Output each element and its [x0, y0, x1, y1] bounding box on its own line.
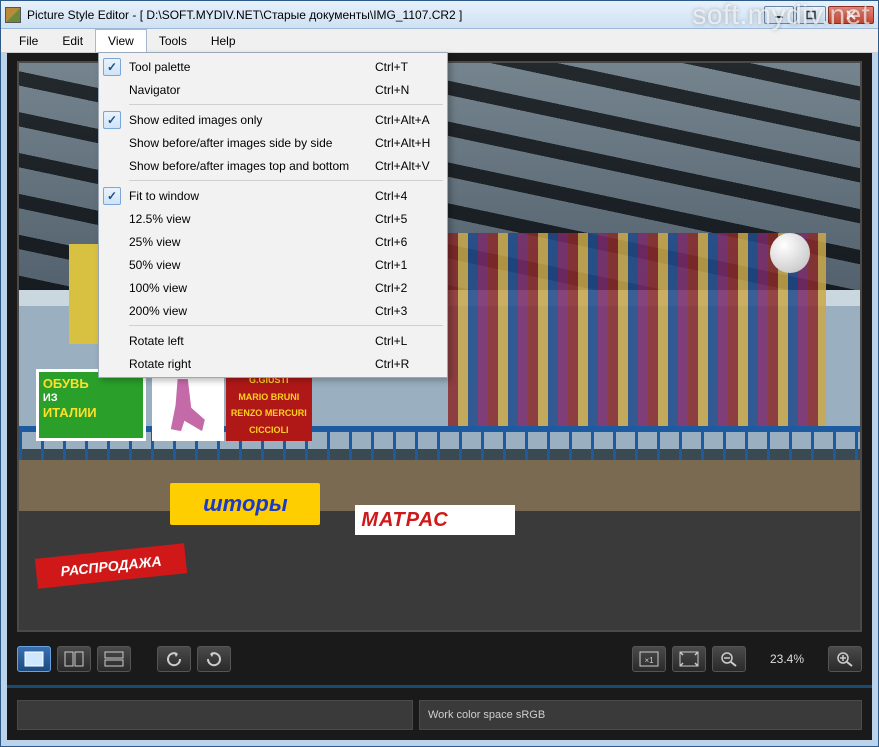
menu-item-show-edited-images-only[interactable]: ✓Show edited images onlyCtrl+Alt+A	[101, 108, 445, 131]
menu-tools[interactable]: Tools	[147, 29, 199, 52]
sign-obuv: ОБУВЬ ИЗ ИТАЛИИ	[36, 369, 146, 441]
view-menu-dropdown: ✓Tool paletteCtrl+TNavigatorCtrl+N✓Show …	[98, 52, 448, 378]
menu-item-shortcut: Ctrl+L	[375, 334, 445, 348]
menu-item-shortcut: Ctrl+5	[375, 212, 445, 226]
menu-item-label: Tool palette	[123, 60, 375, 74]
sign-matras: МАТРАС	[355, 505, 515, 535]
menu-item-200-view[interactable]: 200% viewCtrl+3	[101, 299, 445, 322]
menu-item-label: Show before/after images side by side	[123, 136, 375, 150]
zoom-1to1-button[interactable]: ×1	[632, 646, 666, 672]
menu-separator	[129, 104, 443, 105]
svg-text:×1: ×1	[644, 656, 654, 665]
rotate-left-button[interactable]	[157, 646, 191, 672]
check-icon: ✓	[101, 187, 123, 205]
menu-view[interactable]: View	[95, 29, 147, 52]
menu-item-label: 25% view	[123, 235, 375, 249]
window-title: Picture Style Editor - [ D:\SOFT.MYDIV.N…	[27, 8, 462, 22]
menu-item-label: Navigator	[123, 83, 375, 97]
zoom-out-button[interactable]	[712, 646, 746, 672]
menu-file[interactable]: File	[7, 29, 50, 52]
zoom-percent-label: 23.4%	[752, 652, 822, 666]
bottom-toolbar: ×1 23.4%	[17, 642, 862, 676]
watermark: soft.mydiv.net	[692, 0, 870, 31]
menubar: File Edit View Tools Help	[1, 29, 878, 53]
menu-item-show-before-after-images-side-by-side[interactable]: Show before/after images side by sideCtr…	[101, 131, 445, 154]
menu-item-rotate-left[interactable]: Rotate leftCtrl+L	[101, 329, 445, 352]
menu-item-shortcut: Ctrl+Alt+H	[375, 136, 445, 150]
view-side-by-side-button[interactable]	[57, 646, 91, 672]
status-left	[17, 700, 413, 730]
menu-item-shortcut: Ctrl+1	[375, 258, 445, 272]
menu-item-shortcut: Ctrl+Alt+A	[375, 113, 445, 127]
menu-item-shortcut: Ctrl+N	[375, 83, 445, 97]
view-top-bottom-button[interactable]	[97, 646, 131, 672]
menu-help[interactable]: Help	[199, 29, 248, 52]
menu-item-shortcut: Ctrl+Alt+V	[375, 159, 445, 173]
menu-item-shortcut: Ctrl+6	[375, 235, 445, 249]
status-bar: Work color space sRGB	[17, 700, 862, 730]
menu-item-tool-palette[interactable]: ✓Tool paletteCtrl+T	[101, 55, 445, 78]
menu-item-100-view[interactable]: 100% viewCtrl+2	[101, 276, 445, 299]
menu-item-label: 100% view	[123, 281, 375, 295]
sign-shtory: шторы	[170, 483, 320, 525]
menu-item-label: Fit to window	[123, 189, 375, 203]
menu-item-12-5-view[interactable]: 12.5% viewCtrl+5	[101, 207, 445, 230]
menu-item-25-view[interactable]: 25% viewCtrl+6	[101, 230, 445, 253]
menu-item-label: 200% view	[123, 304, 375, 318]
menu-item-rotate-right[interactable]: Rotate rightCtrl+R	[101, 352, 445, 375]
menu-item-label: 12.5% view	[123, 212, 375, 226]
menu-item-50-view[interactable]: 50% viewCtrl+1	[101, 253, 445, 276]
menu-item-shortcut: Ctrl+2	[375, 281, 445, 295]
menu-item-label: 50% view	[123, 258, 375, 272]
status-color-space: Work color space sRGB	[419, 700, 862, 730]
menu-item-show-before-after-images-top-and-bottom[interactable]: Show before/after images top and bottomC…	[101, 154, 445, 177]
menu-item-shortcut: Ctrl+R	[375, 357, 445, 371]
zoom-in-button[interactable]	[828, 646, 862, 672]
view-single-button[interactable]	[17, 646, 51, 672]
menu-item-label: Rotate left	[123, 334, 375, 348]
app-icon	[5, 7, 21, 23]
menu-edit[interactable]: Edit	[50, 29, 95, 52]
menu-item-shortcut: Ctrl+4	[375, 189, 445, 203]
menu-item-label: Rotate right	[123, 357, 375, 371]
menu-separator	[129, 325, 443, 326]
fit-to-window-button[interactable]	[672, 646, 706, 672]
rotate-right-button[interactable]	[197, 646, 231, 672]
menu-item-shortcut: Ctrl+3	[375, 304, 445, 318]
check-icon: ✓	[101, 111, 123, 129]
toolbar-divider	[7, 685, 872, 688]
menu-item-fit-to-window[interactable]: ✓Fit to windowCtrl+4	[101, 184, 445, 207]
app-window: Picture Style Editor - [ D:\SOFT.MYDIV.N…	[0, 0, 879, 747]
menu-item-navigator[interactable]: NavigatorCtrl+N	[101, 78, 445, 101]
menu-item-label: Show before/after images top and bottom	[123, 159, 375, 173]
sign-italy-map	[152, 369, 224, 441]
check-icon: ✓	[101, 58, 123, 76]
menu-item-label: Show edited images only	[123, 113, 375, 127]
menu-separator	[129, 180, 443, 181]
sign-giusti: G.GIUSTI MARIO BRUNI RENZO MERCURI CICCI…	[226, 369, 312, 441]
menu-item-shortcut: Ctrl+T	[375, 60, 445, 74]
